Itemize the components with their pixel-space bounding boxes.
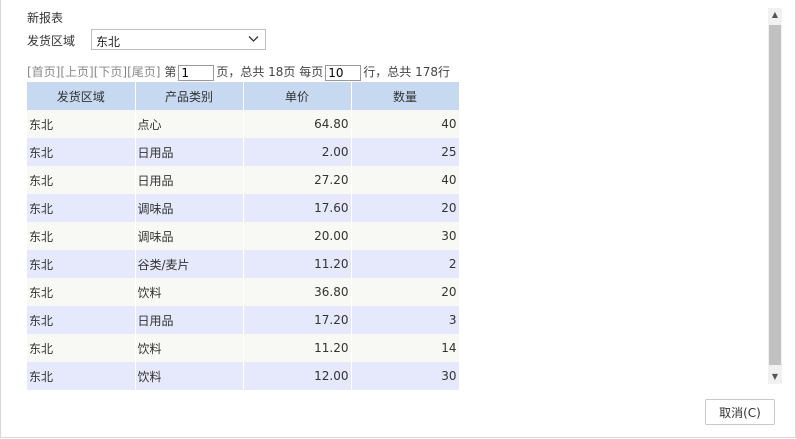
cell-unit-price: 20.00 (243, 222, 352, 250)
cell-category: 饮料 (135, 334, 244, 362)
chevron-down-icon (248, 36, 259, 42)
cell-region: 东北 (27, 306, 136, 334)
pager: [首页][上页][下页][尾页] 第 页，总共 18页 每页 行，总共 178行 (27, 63, 450, 81)
table-row: 东北 谷类/麦片 11.20 2 (27, 250, 460, 278)
cell-category: 日用品 (135, 166, 244, 194)
table-row: 东北 日用品 17.20 3 (27, 306, 460, 334)
cell-quantity: 25 (351, 138, 460, 166)
scrollbar-thumb[interactable] (769, 25, 781, 365)
cell-quantity: 20 (351, 278, 460, 306)
cell-region: 东北 (27, 222, 136, 250)
cell-unit-price: 2.00 (243, 138, 352, 166)
pager-prev-link[interactable]: [上页] (60, 65, 93, 79)
table-row: 东北 日用品 27.20 40 (27, 166, 460, 194)
cell-category: 饮料 (135, 278, 244, 306)
cell-unit-price: 11.20 (243, 334, 352, 362)
cell-category: 饮料 (135, 362, 244, 390)
pager-rows-suffix: 行，总共 178行 (363, 65, 450, 79)
filter-label: 发货区域 (27, 34, 76, 48)
cell-category: 日用品 (135, 138, 244, 166)
cell-region: 东北 (27, 334, 136, 362)
pager-next-link[interactable]: [下页] (94, 65, 127, 79)
cell-region: 东北 (27, 250, 136, 278)
cell-region: 东北 (27, 166, 136, 194)
cell-category: 调味品 (135, 222, 244, 250)
page-number-input[interactable] (178, 64, 215, 81)
column-header-quantity: 数量 (351, 82, 460, 110)
region-select-value: 东北 (96, 35, 121, 49)
cell-quantity: 40 (351, 110, 460, 138)
table-header-row: 发货区域 产品类别 单价 数量 (27, 82, 460, 110)
scroll-up-arrow-icon[interactable]: ▲ (768, 8, 782, 22)
pager-last-link[interactable]: [尾页] (127, 65, 160, 79)
vertical-scrollbar[interactable]: ▲ ▼ (768, 8, 782, 384)
page-size-input[interactable] (325, 64, 362, 81)
cell-category: 点心 (135, 110, 244, 138)
cancel-button[interactable]: 取消(C) (705, 399, 775, 425)
cell-region: 东北 (27, 110, 136, 138)
cell-unit-price: 17.60 (243, 194, 352, 222)
region-select[interactable]: 东北 (91, 29, 266, 50)
cell-region: 东北 (27, 138, 136, 166)
cell-unit-price: 12.00 (243, 362, 352, 390)
table-row: 东北 饮料 11.20 14 (27, 334, 460, 362)
report-title: 新报表 (27, 11, 64, 25)
cell-unit-price: 17.20 (243, 306, 352, 334)
cell-quantity: 20 (351, 194, 460, 222)
cell-region: 东北 (27, 362, 136, 390)
report-table: 发货区域 产品类别 单价 数量 东北 点心 64.80 40 东北 日用品 2.00 25 东北… (27, 82, 460, 390)
cell-quantity: 30 (351, 222, 460, 250)
table-body: 东北 点心 64.80 40 东北 日用品 2.00 25 东北 日用品 27.20 40 东北 调味品 1… (27, 110, 460, 390)
cell-category: 日用品 (135, 306, 244, 334)
column-header-category: 产品类别 (135, 82, 244, 110)
column-header-region: 发货区域 (27, 82, 136, 110)
cell-quantity: 14 (351, 334, 460, 362)
cell-region: 东北 (27, 194, 136, 222)
cell-category: 调味品 (135, 194, 244, 222)
table-row: 东北 调味品 20.00 30 (27, 222, 460, 250)
cell-quantity: 40 (351, 166, 460, 194)
cell-quantity: 3 (351, 306, 460, 334)
cell-unit-price: 64.80 (243, 110, 352, 138)
pager-page-suffix: 页，总共 18页 每页 (216, 65, 324, 79)
cell-unit-price: 27.20 (243, 166, 352, 194)
cell-quantity: 2 (351, 250, 460, 278)
scroll-down-arrow-icon[interactable]: ▼ (768, 370, 782, 384)
table-row: 东北 饮料 36.80 20 (27, 278, 460, 306)
table-row: 东北 日用品 2.00 25 (27, 138, 460, 166)
table-row: 东北 饮料 12.00 30 (27, 362, 460, 390)
table-row: 东北 点心 64.80 40 (27, 110, 460, 138)
cell-unit-price: 36.80 (243, 278, 352, 306)
cell-region: 东北 (27, 278, 136, 306)
pager-page-prefix: 第 (164, 65, 177, 79)
cell-unit-price: 11.20 (243, 250, 352, 278)
cell-quantity: 30 (351, 362, 460, 390)
pager-first-link[interactable]: [首页] (27, 65, 60, 79)
cell-category: 谷类/麦片 (135, 250, 244, 278)
table-row: 东北 调味品 17.60 20 (27, 194, 460, 222)
column-header-unit-price: 单价 (243, 82, 352, 110)
